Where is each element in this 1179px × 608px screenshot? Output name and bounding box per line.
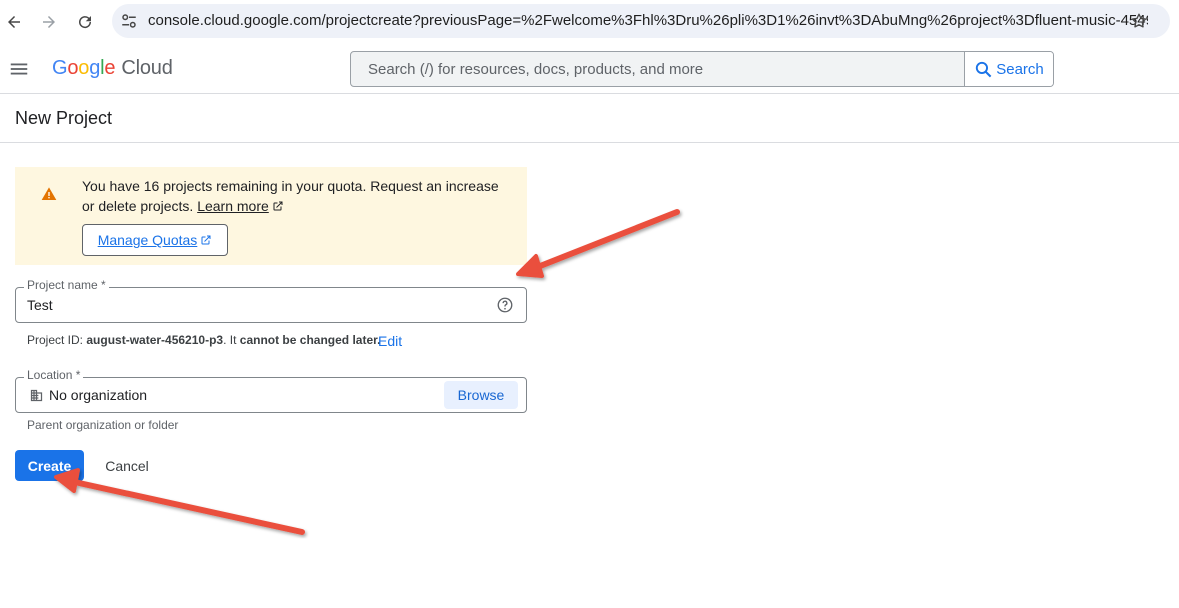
create-button[interactable]: Create bbox=[15, 450, 84, 481]
search-input[interactable] bbox=[351, 52, 965, 86]
logo-letter: g bbox=[89, 57, 101, 79]
project-name-input[interactable]: Test bbox=[27, 297, 53, 313]
project-id-prefix: Project ID: bbox=[27, 333, 84, 347]
help-icon[interactable] bbox=[496, 296, 514, 314]
project-name-label: Project name * bbox=[24, 278, 109, 292]
project-name-field[interactable]: Project name * Test bbox=[15, 278, 527, 323]
location-value: No organization bbox=[49, 387, 148, 403]
location-field[interactable]: Location * No organization Browse bbox=[15, 368, 527, 413]
location-label: Location * bbox=[24, 368, 84, 382]
url-text[interactable]: console.cloud.google.com/projectcreate?p… bbox=[148, 12, 1148, 29]
browser-toolbar: console.cloud.google.com/projectcreate?p… bbox=[0, 0, 1179, 44]
warning-icon bbox=[41, 187, 57, 200]
logo-letter: e bbox=[104, 57, 116, 79]
external-link-icon bbox=[273, 201, 283, 211]
cancel-button[interactable]: Cancel bbox=[94, 450, 160, 481]
logo-letter: o bbox=[67, 57, 79, 79]
search-button-label: Search bbox=[996, 60, 1044, 78]
search-bar[interactable]: Search bbox=[350, 51, 1054, 87]
learn-more-link[interactable]: Learn more bbox=[197, 198, 284, 214]
reload-icon[interactable] bbox=[73, 10, 97, 34]
console-header: Google Cloud Search bbox=[0, 44, 1179, 94]
site-settings-icon[interactable] bbox=[120, 12, 138, 30]
annotation-arrow-create bbox=[54, 468, 305, 535]
back-icon[interactable] bbox=[2, 10, 26, 34]
project-id-note: cannot be changed later. bbox=[239, 333, 381, 347]
quota-message: You have 16 projects remaining in your q… bbox=[82, 176, 512, 216]
building-icon bbox=[30, 389, 43, 402]
search-icon bbox=[976, 61, 992, 77]
page-title: New Project bbox=[15, 108, 113, 128]
learn-more-label: Learn more bbox=[197, 198, 269, 214]
logo-cloud-text: Cloud bbox=[121, 57, 173, 79]
manage-quotas-label: Manage Quotas bbox=[97, 232, 198, 248]
browse-button[interactable]: Browse bbox=[444, 381, 518, 409]
manage-quotas-button[interactable]: Manage Quotas bbox=[82, 224, 228, 256]
project-id-value: august-water-456210-p3 bbox=[86, 333, 224, 347]
address-bar[interactable]: console.cloud.google.com/projectcreate?p… bbox=[112, 4, 1170, 38]
menu-icon[interactable] bbox=[8, 58, 30, 80]
page-title-bar: New Project bbox=[0, 94, 1179, 143]
quota-message-text: You have 16 projects remaining in your q… bbox=[82, 178, 499, 214]
logo-letter: G bbox=[52, 57, 68, 79]
annotation-arrow-project-name bbox=[516, 209, 680, 278]
external-link-icon bbox=[201, 235, 211, 245]
project-id-text: Project ID: august-water-456210-p3. It c… bbox=[27, 333, 380, 347]
forward-icon[interactable] bbox=[37, 10, 61, 34]
search-button[interactable]: Search bbox=[964, 52, 1053, 86]
star-icon[interactable] bbox=[1130, 12, 1148, 30]
edit-project-id-button[interactable]: Edit bbox=[378, 333, 402, 349]
logo-letter: o bbox=[78, 57, 90, 79]
quota-banner: You have 16 projects remaining in your q… bbox=[15, 167, 527, 265]
location-helper-text: Parent organization or folder bbox=[27, 418, 179, 432]
project-id-suffix: . It bbox=[223, 333, 237, 347]
google-cloud-logo[interactable]: Google Cloud bbox=[52, 57, 173, 80]
